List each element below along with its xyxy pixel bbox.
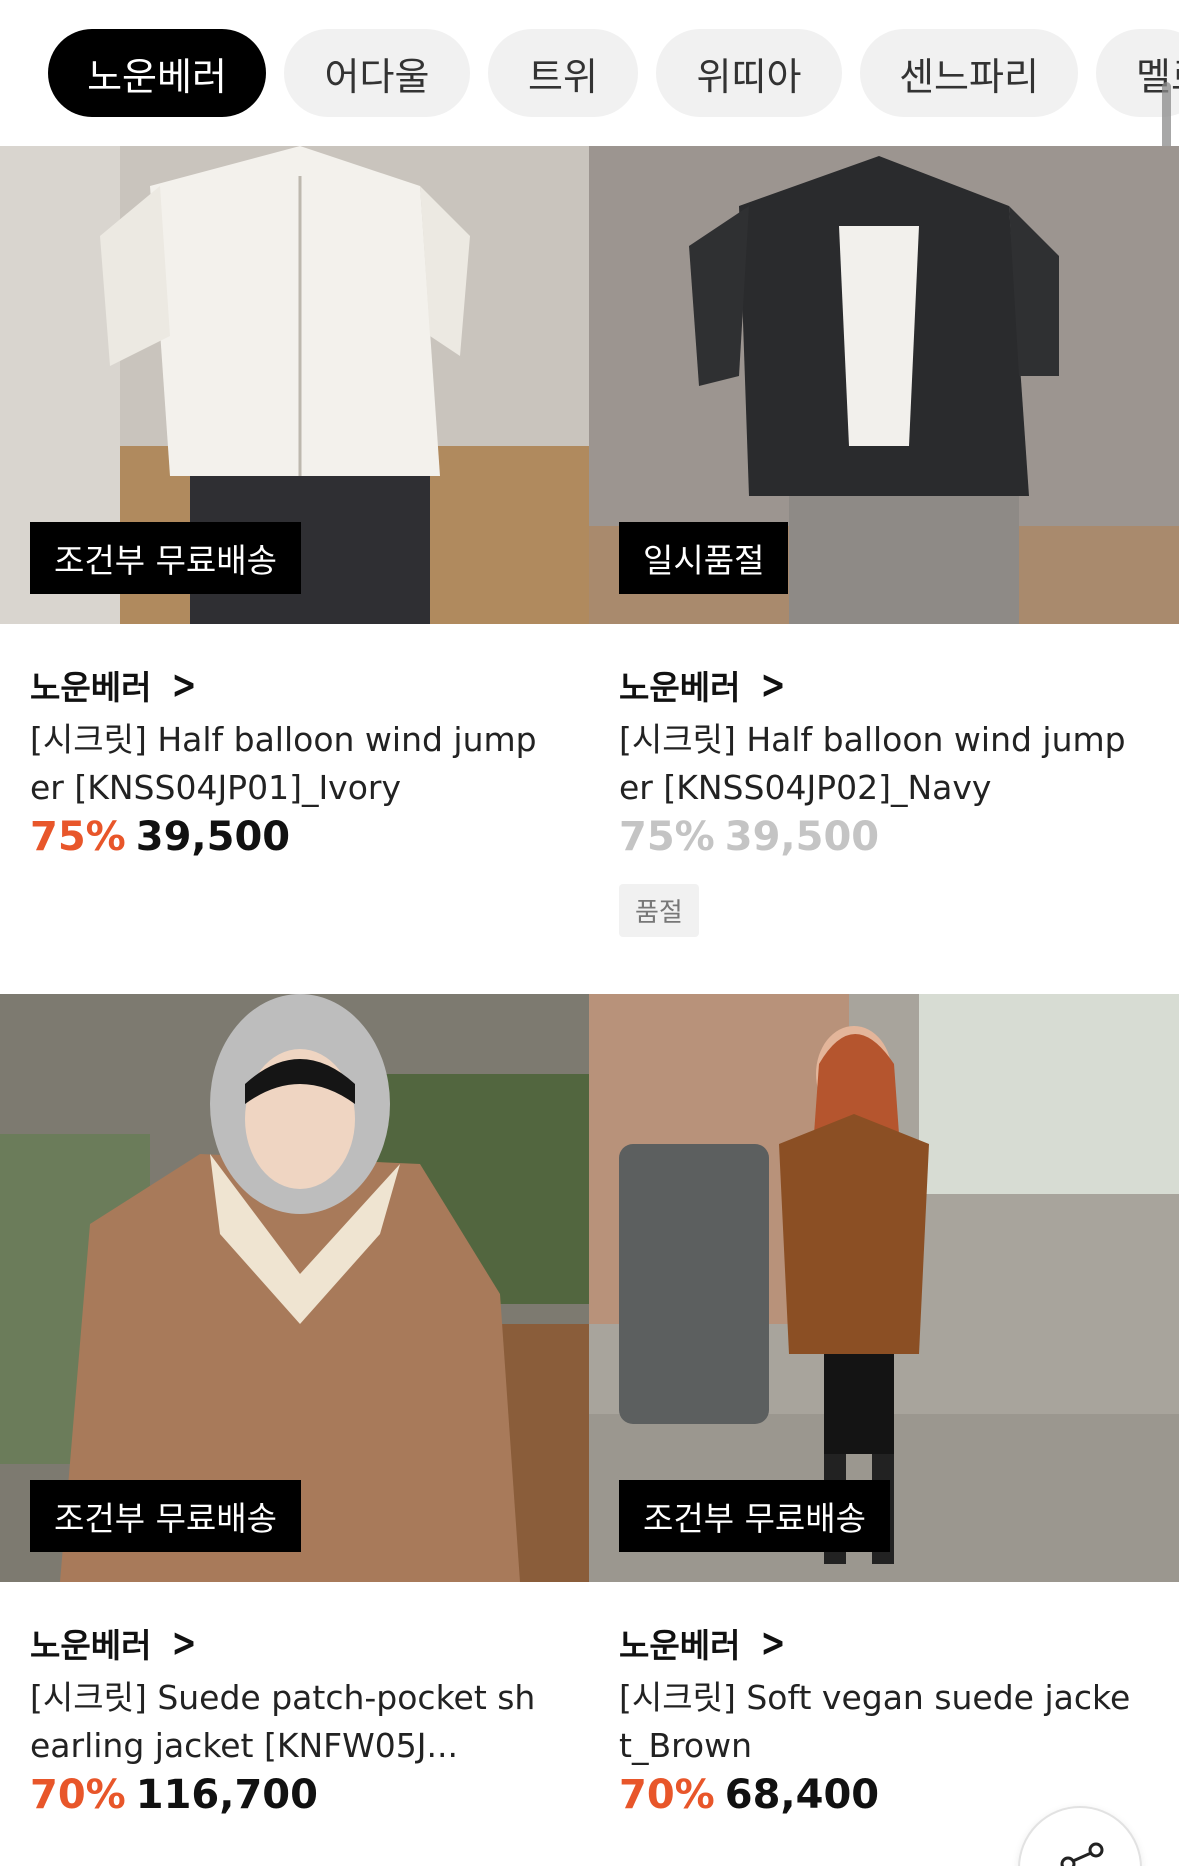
price-row: 70% 116,700 [30, 1772, 559, 1822]
chevron-right-icon: > [171, 1620, 197, 1666]
discount-rate: 70% [30, 1772, 126, 1818]
sale-price: 39,500 [135, 814, 291, 860]
shipping-tag: 조건부 무료배송 [619, 1480, 891, 1552]
product-image[interactable]: 조건부 무료배송 [0, 994, 589, 1582]
product-name[interactable]: [시크릿] Suede patch-pocket shearling jacke… [30, 1674, 550, 1770]
shipping-tag: 조건부 무료배송 [30, 1480, 302, 1552]
brand-chip-seine-paris[interactable]: 센느파리 [860, 29, 1078, 117]
product-image[interactable]: 조건부 무료배송 [589, 994, 1179, 1582]
product-name[interactable]: [시크릿] Half balloon wind jumper [KNSS04JP… [30, 716, 550, 812]
brand-name: 노운베러 [619, 1626, 741, 1665]
status-tag: 일시품절 [619, 522, 789, 594]
brand-chip-knownbetter[interactable]: 노운베러 [48, 29, 266, 117]
chevron-right-icon: > [171, 662, 197, 708]
sale-price: 39,500 [724, 814, 880, 860]
product-image[interactable]: 일시품절 [589, 146, 1179, 624]
sale-price: 116,700 [135, 1772, 318, 1818]
brand-chip-twee[interactable]: 트위 [488, 29, 638, 117]
share-icon [1060, 1842, 1104, 1866]
brand-filter-bar: 노운베러 어다울 트위 위띠아 센느파리 멜로 [0, 0, 1179, 146]
chevron-right-icon: > [760, 1620, 786, 1666]
discount-rate: 75% [30, 814, 126, 860]
product-card[interactable]: 조건부 무료배송 노운베러 > [시크릿] Suede patch-pocket… [0, 994, 589, 1822]
product-card[interactable]: 조건부 무료배송 노운베러 > [시크릿] Soft vegan suede j… [589, 994, 1179, 1822]
product-card[interactable]: 조건부 무료배송 노운베러 > [시크릿] Half balloon wind … [0, 146, 589, 994]
brand-link[interactable]: 노운베러 > [619, 1620, 1149, 1666]
product-card[interactable]: 일시품절 노운베러 > [시크릿] Half balloon wind jump… [589, 146, 1179, 994]
brand-link[interactable]: 노운베러 > [30, 662, 559, 708]
price-row: 75% 39,500 [619, 814, 1149, 864]
brand-link[interactable]: 노운베러 > [30, 1620, 559, 1666]
brand-chip-adaul[interactable]: 어다울 [284, 29, 470, 117]
brand-name: 노운베러 [30, 668, 152, 707]
product-image[interactable]: 조건부 무료배송 [0, 146, 589, 624]
sale-price: 68,400 [724, 1772, 880, 1818]
sold-out-badge: 품절 [619, 884, 699, 937]
shipping-tag: 조건부 무료배송 [30, 522, 302, 594]
chevron-right-icon: > [760, 662, 786, 708]
product-name[interactable]: [시크릿] Soft vegan suede jacket_Brown [619, 1674, 1139, 1770]
brand-chip-witia[interactable]: 위띠아 [656, 29, 842, 117]
product-name[interactable]: [시크릿] Half balloon wind jumper [KNSS04JP… [619, 716, 1139, 812]
discount-rate: 70% [619, 1772, 715, 1818]
brand-name: 노운베러 [619, 668, 741, 707]
brand-link[interactable]: 노운베러 > [619, 662, 1149, 708]
discount-rate: 75% [619, 814, 715, 860]
product-grid: 조건부 무료배송 노운베러 > [시크릿] Half balloon wind … [0, 146, 1179, 1822]
price-row: 75% 39,500 [30, 814, 559, 864]
brand-name: 노운베러 [30, 1626, 152, 1665]
